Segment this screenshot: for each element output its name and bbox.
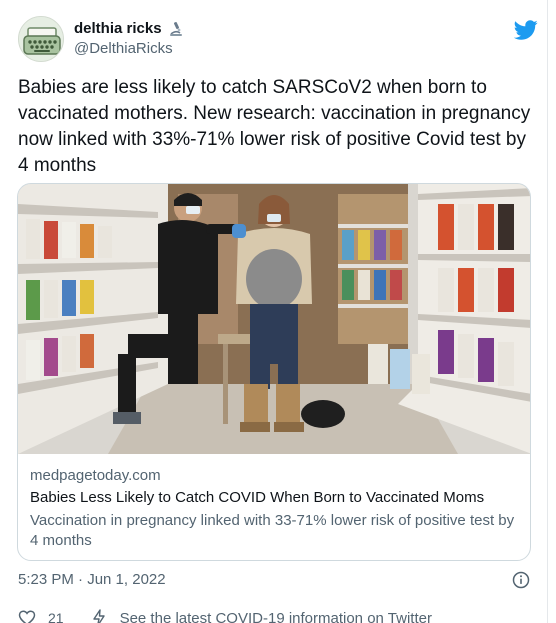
pharmacy-vaccination-photo [18,184,530,454]
info-icon[interactable] [512,571,530,589]
covid-info-link[interactable]: See the latest COVID-19 information on T… [120,610,432,623]
user-handle[interactable]: @DelthiaRicks [74,40,173,57]
actions-row: 21 See the latest COVID-19 information o… [18,609,538,623]
embedded-tweet: delthia ricks @DelthiaRicks Babies are l… [0,0,548,623]
heart-icon[interactable] [18,609,36,623]
like-count: 21 [48,610,64,623]
typewriter-icon [19,17,63,61]
name-row: delthia ricks [74,20,184,37]
timestamp-row: 5:23 PM · Jun 1, 2022 [18,571,532,591]
tweet-text: Babies are less likely to catch SARSCoV2… [18,77,531,176]
link-description: Vaccination in pregnancy linked with 33-… [30,512,515,549]
link-meta: medpagetoday.com Babies Less Likely to C… [30,466,520,551]
link-title: Babies Less Likely to Catch COVID When B… [30,489,485,506]
tweet-header: delthia ricks @DelthiaRicks [18,16,538,64]
tweet-timestamp[interactable]: 5:23 PM · Jun 1, 2022 [18,571,166,588]
twitter-bird-icon[interactable] [514,18,538,42]
lightning-icon [92,609,105,623]
link-domain: medpagetoday.com [30,467,161,484]
microscope-icon [169,21,182,36]
avatar[interactable] [18,16,64,62]
link-preview-card[interactable]: medpagetoday.com Babies Less Likely to C… [17,183,531,561]
display-name[interactable]: delthia ricks [74,20,162,37]
